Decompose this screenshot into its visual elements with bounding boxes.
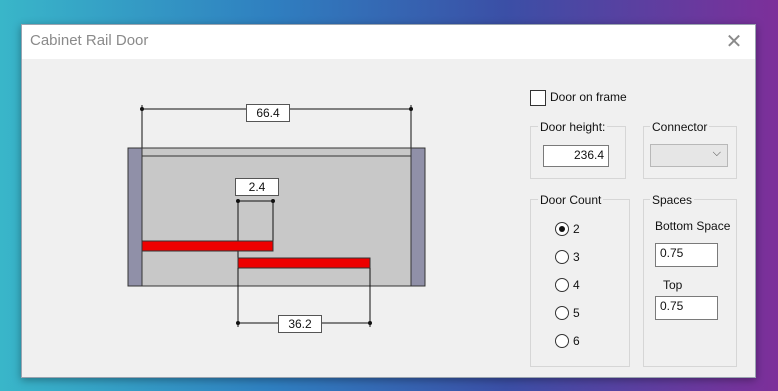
cabinet-left-side — [127, 147, 143, 287]
gap-dimension-right-dot — [271, 199, 275, 203]
door-count-radio-3[interactable] — [555, 250, 569, 264]
top-space-input[interactable]: 0.75 — [655, 296, 718, 320]
cabinet-rail-door-dialog: Cabinet Rail Door ✕ 66.4 2.4 36.2 Door o… — [21, 24, 756, 378]
gap-dimension-left-dot — [236, 199, 240, 203]
connector-label: Connector — [650, 120, 710, 134]
close-icon[interactable]: ✕ — [719, 29, 749, 55]
door-width-label: 36.2 — [278, 315, 322, 333]
bottom-space-input[interactable]: 0.75 — [655, 243, 718, 267]
door-drawing — [127, 105, 426, 327]
door-count-option-5: 5 — [573, 306, 580, 320]
overall-dimension-right-dot — [409, 107, 413, 111]
connector-select[interactable]: ⌵ — [650, 144, 728, 167]
door-count-radio-5[interactable] — [555, 306, 569, 320]
overall-width-label: 66.4 — [246, 104, 290, 122]
bottom-space-label: Bottom Space — [655, 219, 731, 233]
door-count-option-2: 2 — [573, 222, 580, 236]
door-on-frame-label: Door on frame — [550, 90, 627, 104]
radio-selected-dot — [559, 226, 565, 232]
spaces-label: Spaces — [650, 193, 695, 207]
gap-label: 2.4 — [235, 178, 279, 196]
door-dimension-right-dot — [368, 321, 372, 325]
door-count-group — [530, 199, 630, 367]
door-rail-lower — [237, 257, 371, 269]
door-on-frame-checkbox[interactable] — [530, 90, 546, 106]
chevron-down-icon: ⌵ — [712, 147, 721, 159]
door-count-option-3: 3 — [573, 250, 580, 264]
door-count-label: Door Count — [538, 193, 604, 207]
door-count-radio-4[interactable] — [555, 278, 569, 292]
door-count-radio-6[interactable] — [555, 334, 569, 348]
door-count-radio-2[interactable] — [555, 222, 569, 236]
door-rail-upper — [141, 240, 274, 252]
door-height-input[interactable]: 236.4 — [543, 145, 609, 167]
overall-dimension-left-dot — [140, 107, 144, 111]
door-dimension-left-dot — [236, 321, 240, 325]
door-count-option-4: 4 — [573, 278, 580, 292]
top-space-label: Top — [663, 278, 683, 292]
cabinet-right-side — [410, 147, 426, 287]
door-height-label: Door height: — [538, 120, 608, 134]
door-count-option-6: 6 — [573, 334, 580, 348]
